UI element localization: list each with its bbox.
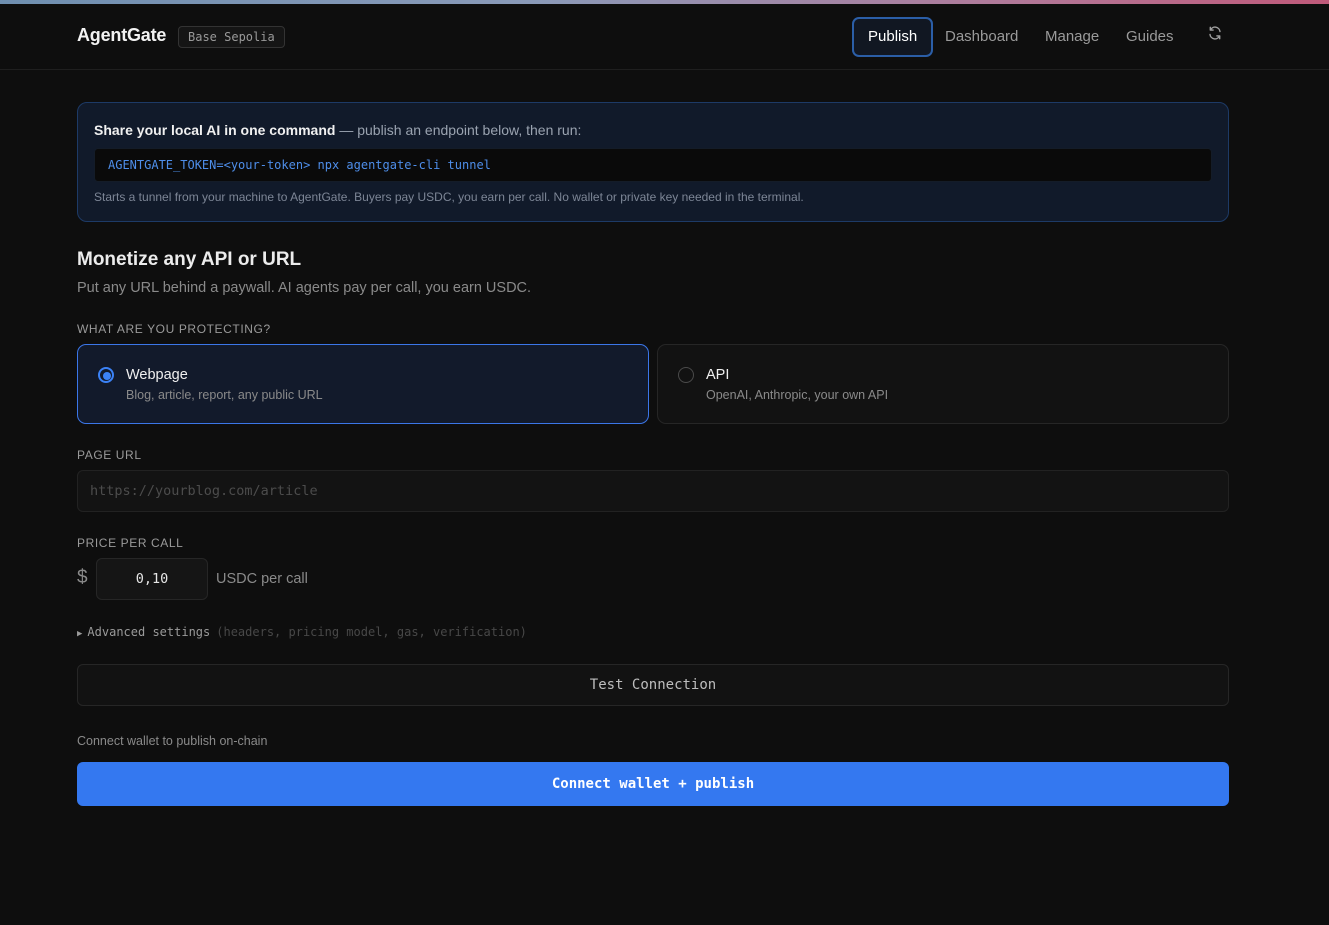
- nav-dashboard[interactable]: Dashboard: [945, 17, 1018, 57]
- cli-note: Starts a tunnel from your machine to Age…: [94, 190, 804, 204]
- radio-webpage[interactable]: [98, 367, 114, 383]
- page-url-input[interactable]: [77, 470, 1229, 512]
- cli-subtitle: — publish an endpoint below, then run:: [339, 122, 582, 138]
- option-webpage-desc: Blog, article, report, any public URL: [126, 388, 323, 402]
- price-label: PRICE PER CALL: [77, 536, 184, 550]
- brand-logo[interactable]: AgentGate: [77, 25, 166, 46]
- refresh-icon[interactable]: [1207, 25, 1223, 41]
- top-navbar: AgentGate Base Sepolia Publish Dashboard…: [0, 4, 1329, 70]
- nav-publish[interactable]: Publish: [852, 17, 934, 57]
- caret-right-icon: ▶: [77, 629, 83, 639]
- option-webpage-title: Webpage: [126, 367, 188, 383]
- option-api-desc: OpenAI, Anthropic, your own API: [706, 388, 889, 402]
- nav-guides[interactable]: Guides: [1126, 17, 1174, 57]
- cli-tunnel-card: Share your local AI in one command — pub…: [77, 102, 1229, 222]
- advanced-settings-hint: (headers, pricing model, gas, verificati…: [216, 625, 527, 639]
- radio-api[interactable]: [678, 367, 694, 383]
- cli-title: Share your local AI in one command: [94, 122, 336, 138]
- cli-heading: Share your local AI in one command — pub…: [94, 122, 581, 138]
- connect-publish-button[interactable]: Connect wallet + publish: [77, 762, 1229, 806]
- network-badge: Base Sepolia: [178, 26, 285, 48]
- price-unit: USDC per call: [216, 571, 308, 587]
- advanced-settings-label: Advanced settings: [87, 625, 211, 639]
- radio-dot: [103, 372, 111, 380]
- page-subtitle: Put any URL behind a paywall. AI agents …: [77, 280, 532, 296]
- protect-label: WHAT ARE YOU PROTECTING?: [77, 322, 271, 336]
- page-title: Monetize any API or URL: [77, 249, 302, 270]
- test-connection-button[interactable]: Test Connection: [77, 664, 1229, 706]
- option-api[interactable]: API OpenAI, Anthropic, your own API: [657, 344, 1229, 424]
- option-api-title: API: [706, 367, 730, 383]
- cli-command[interactable]: AGENTGATE_TOKEN=<your-token> npx agentga…: [94, 148, 1212, 182]
- currency-symbol: $: [77, 567, 88, 588]
- price-input[interactable]: [96, 558, 208, 600]
- advanced-settings-toggle[interactable]: ▶ Advanced settings (headers, pricing mode…: [77, 625, 527, 639]
- connect-wallet-note: Connect wallet to publish on-chain: [77, 734, 268, 748]
- option-webpage[interactable]: Webpage Blog, article, report, any publi…: [77, 344, 649, 424]
- nav-manage[interactable]: Manage: [1045, 17, 1099, 57]
- page-url-label: PAGE URL: [77, 448, 142, 462]
